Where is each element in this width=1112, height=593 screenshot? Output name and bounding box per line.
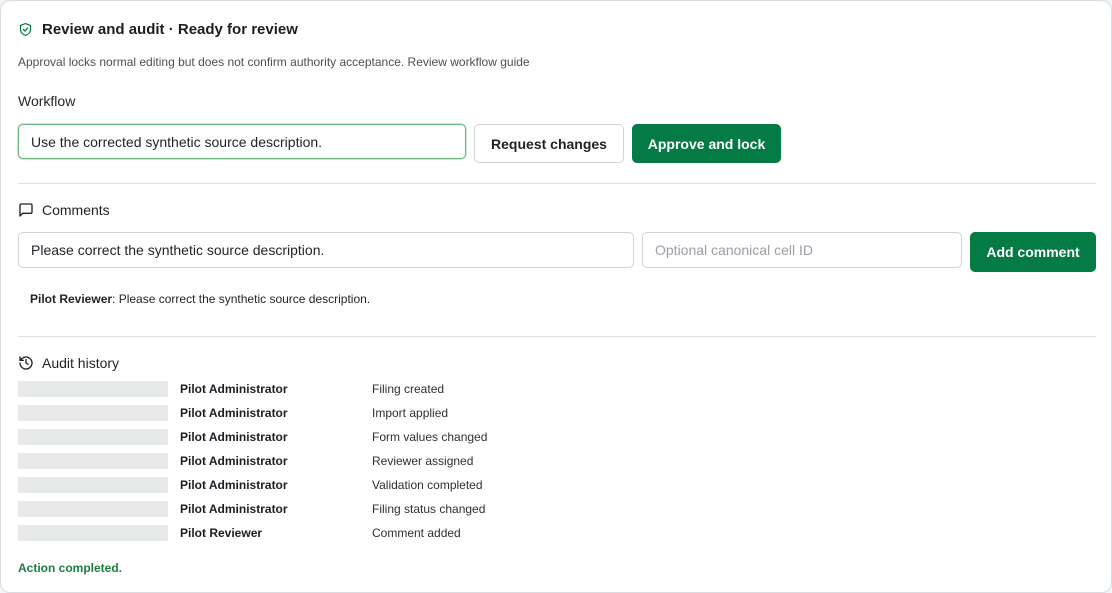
canonical-cell-id-input[interactable]	[642, 232, 962, 268]
workflow-label: Workflow	[18, 93, 76, 109]
audit-action: Filing status changed	[372, 502, 486, 516]
workflow-note-input[interactable]	[18, 124, 466, 159]
audit-date-placeholder	[18, 453, 168, 469]
comment-item: Pilot Reviewer: Please correct the synth…	[30, 292, 370, 306]
section-divider	[18, 336, 1096, 337]
audit-actor: Pilot Administrator	[180, 478, 288, 492]
audit-date-placeholder	[18, 381, 168, 397]
audit-history-header: Audit history	[18, 354, 119, 372]
panel-title: Review and audit · Ready for review	[42, 20, 298, 38]
audit-history-heading: Audit history	[42, 355, 120, 371]
audit-row: Pilot Administrator Filing status change…	[18, 501, 485, 517]
audit-row: Pilot Administrator Validation completed	[18, 477, 483, 493]
request-changes-button[interactable]: Request changes	[474, 124, 624, 163]
audit-action: Import applied	[372, 406, 449, 420]
section-divider	[18, 183, 1096, 184]
audit-actor: Pilot Administrator	[180, 382, 288, 396]
audit-actor: Pilot Administrator	[180, 430, 288, 444]
audit-date-placeholder	[18, 405, 168, 421]
audit-row: Pilot Administrator Filing created	[18, 381, 444, 397]
add-comment-button[interactable]: Add comment	[970, 232, 1096, 272]
review-audit-panel: Review and audit · Ready for review Appr…	[0, 0, 1112, 593]
audit-row: Pilot Administrator Reviewer assigned	[18, 453, 473, 469]
audit-actor: Pilot Administrator	[180, 406, 288, 420]
audit-row: Pilot Administrator Form values changed	[18, 429, 487, 445]
audit-actor: Pilot Administrator	[180, 454, 288, 468]
audit-date-placeholder	[18, 429, 168, 445]
audit-date-placeholder	[18, 477, 168, 493]
comment-input[interactable]	[18, 232, 634, 268]
audit-date-placeholder	[18, 525, 168, 541]
status-message: Action completed.	[18, 561, 123, 575]
audit-row: Pilot Administrator Import applied	[18, 405, 448, 421]
audit-actor: Pilot Administrator	[180, 502, 288, 516]
audit-action: Filing created	[372, 382, 445, 396]
history-icon	[18, 355, 34, 371]
comments-heading: Comments	[42, 202, 110, 218]
audit-row: Pilot Reviewer Comment added	[18, 525, 461, 541]
audit-date-placeholder	[18, 501, 168, 517]
comment-author: Pilot Reviewer	[30, 292, 113, 306]
comments-header: Comments	[18, 201, 110, 219]
comment-text: : Please correct the synthetic source de…	[112, 292, 371, 306]
audit-action: Comment added	[372, 526, 461, 540]
approval-notice: Approval locks normal editing but does n…	[18, 55, 530, 69]
audit-action: Reviewer assigned	[372, 454, 474, 468]
approve-and-lock-button[interactable]: Approve and lock	[632, 124, 781, 163]
shield-check-icon	[18, 22, 33, 37]
audit-action: Validation completed	[372, 478, 483, 492]
audit-action: Form values changed	[372, 430, 488, 444]
audit-actor: Pilot Reviewer	[180, 526, 263, 540]
message-square-icon	[18, 202, 34, 218]
panel-header: Review and audit · Ready for review	[18, 19, 298, 39]
